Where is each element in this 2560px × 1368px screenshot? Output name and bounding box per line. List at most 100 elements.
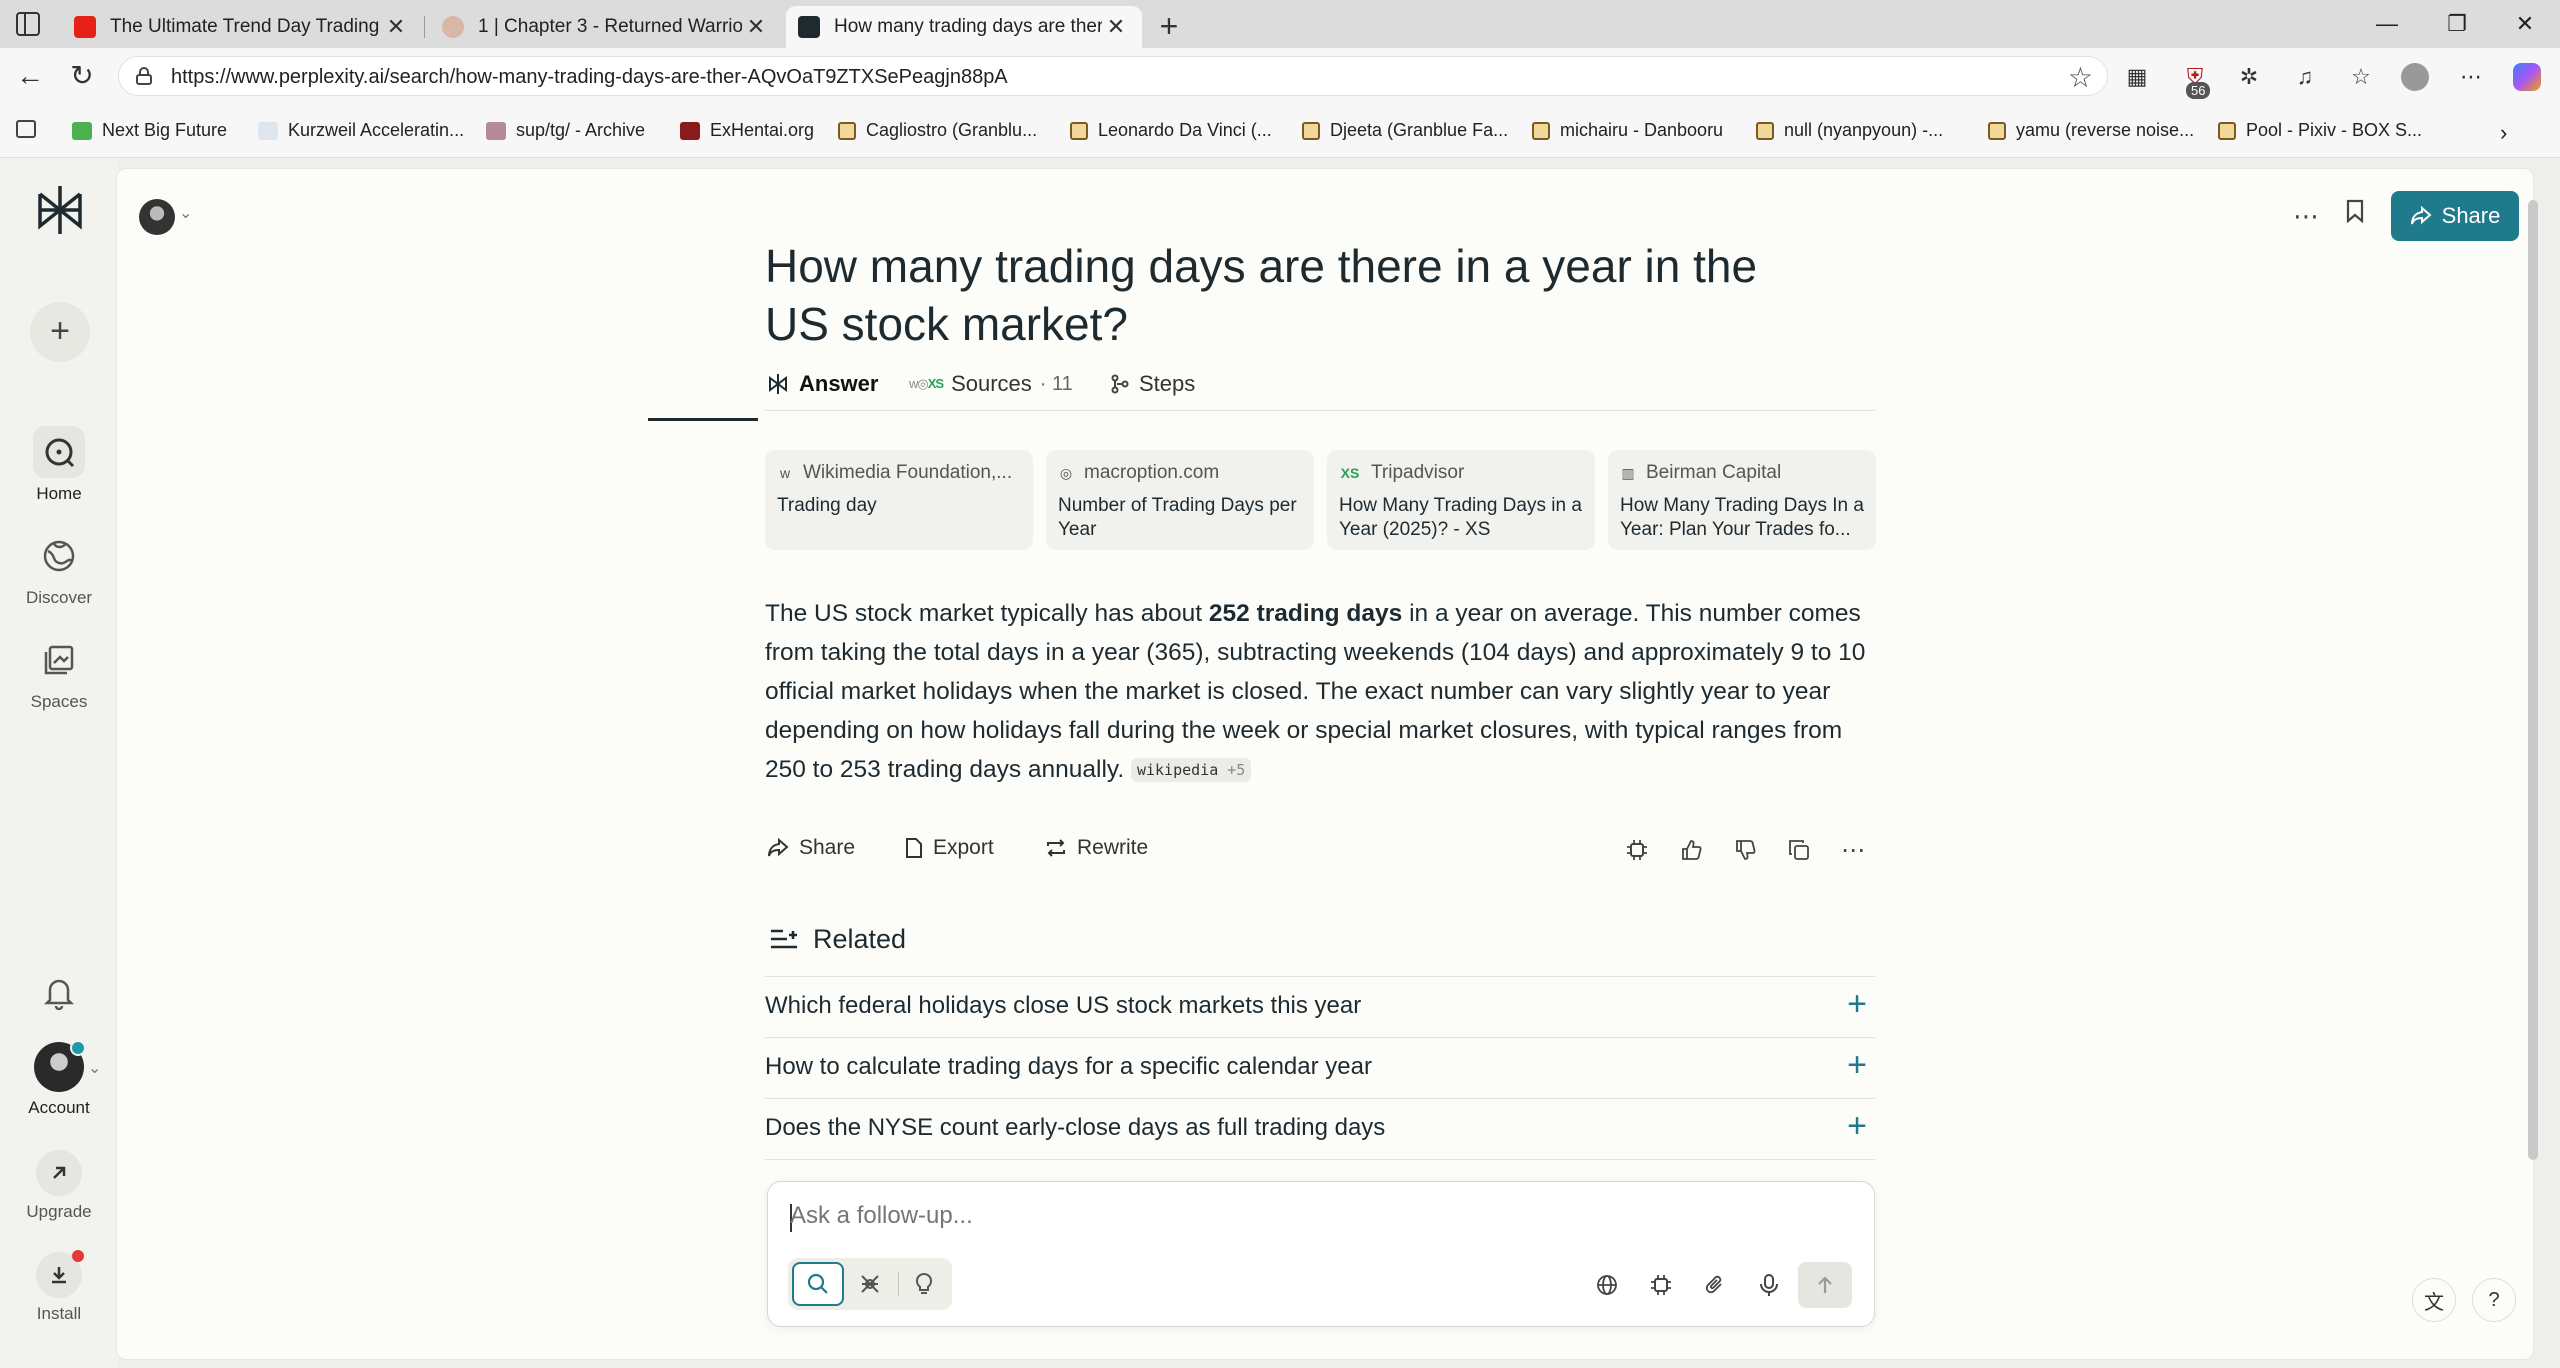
bookmark-folder[interactable]: null (nyanpyoun) -... — [1756, 120, 1943, 141]
bookmark-item[interactable]: sup/tg/ - Archive — [486, 120, 645, 141]
folder-icon — [1070, 121, 1088, 140]
sidebar: + Home Discover Spaces Account ⌄ Upgrade… — [0, 158, 118, 1368]
tab-sources[interactable]: w◎XS Sources · 11 — [909, 371, 1073, 397]
bookmark-folder[interactable]: michairu - Danbooru — [1532, 120, 1723, 141]
tab-steps[interactable]: Steps — [1111, 371, 1195, 397]
source-card[interactable]: XS Tripadvisor How Many Trading Days in a… — [1327, 450, 1595, 550]
search-mode-button[interactable] — [792, 1262, 844, 1306]
perplexity-mark-icon — [769, 374, 787, 394]
help-icon[interactable]: ? — [2472, 1278, 2516, 1322]
close-window-button[interactable]: ✕ — [2500, 6, 2550, 42]
related-question-item[interactable]: Does the NYSE count early-close days as … — [765, 1098, 1875, 1158]
bookmark-item[interactable]: ExHentai.org — [680, 120, 814, 141]
divider — [765, 1159, 1875, 1160]
bookmark-folder[interactable]: Djeeta (Granblue Fa... — [1302, 120, 1508, 141]
close-tab-icon[interactable]: ✕ — [742, 14, 770, 40]
bookmark-folder[interactable]: Cagliostro (Granblu... — [838, 120, 1037, 141]
chevron-down-icon[interactable]: ⌄ — [88, 1058, 101, 1078]
sidebar-item-upgrade[interactable]: Upgrade — [0, 1150, 118, 1222]
sidebar-item-account[interactable]: Account — [0, 1040, 118, 1118]
related-heading: Related — [769, 924, 906, 955]
submit-button[interactable] — [1798, 1262, 1852, 1308]
favorites-icon[interactable]: ☆ — [2346, 62, 2376, 92]
bookmarks-menu-icon[interactable] — [16, 120, 46, 138]
bookmark-icon[interactable] — [2346, 199, 2364, 223]
browser-tab-chapter[interactable]: 1 | Chapter 3 - Returned Warrior's ✕ — [430, 6, 782, 48]
plus-icon: + — [1847, 985, 1867, 1023]
new-thread-button[interactable]: + — [30, 302, 90, 362]
labs-mode-button[interactable] — [898, 1262, 950, 1306]
wikipedia-icon: w — [779, 465, 791, 481]
paperclip-icon[interactable] — [1700, 1270, 1730, 1300]
bookmark-folder[interactable]: Pool - Pixiv - BOX S... — [2218, 120, 2422, 141]
bookmark-folder[interactable]: Leonardo Da Vinci (... — [1070, 120, 1272, 141]
model-chip-icon[interactable] — [1646, 1270, 1676, 1300]
globe-icon[interactable] — [1592, 1270, 1622, 1300]
sidebar-item-home[interactable]: Home — [0, 426, 118, 504]
bookmarks-overflow-chevron-icon[interactable]: › — [2500, 120, 2507, 146]
sidebar-item-install[interactable]: Install — [0, 1250, 118, 1324]
folder-icon — [2218, 121, 2236, 140]
minimize-button[interactable]: — — [2362, 6, 2412, 42]
bookmark-favicon — [72, 121, 92, 140]
reload-button[interactable]: ↻ — [64, 58, 100, 94]
source-card[interactable]: ◎ macroption.com Number of Trading Days p… — [1046, 450, 1314, 550]
favorite-star-icon[interactable]: ☆ — [2068, 61, 2093, 94]
sidebar-item-discover[interactable]: Discover — [0, 530, 118, 608]
page-scrollbar[interactable] — [2528, 200, 2538, 1160]
related-question-item[interactable]: Which federal holidays close US stock ma… — [765, 976, 1875, 1037]
bookmark-folder[interactable]: yamu (reverse noise... — [1988, 120, 2194, 141]
followup-input[interactable] — [790, 1198, 1690, 1234]
export-button[interactable]: Export — [905, 836, 994, 860]
copy-icon[interactable] — [1785, 836, 1813, 864]
tab-actions-icon[interactable] — [16, 12, 40, 36]
media-control-icon[interactable]: ♫ — [2290, 62, 2320, 92]
thread-owner-avatar[interactable] — [139, 199, 175, 235]
sidebar-item-spaces[interactable]: Spaces — [0, 634, 118, 712]
translate-icon[interactable]: 文 — [2412, 1278, 2456, 1322]
url-text[interactable]: https://www.perplexity.ai/search/how-man… — [171, 66, 1008, 89]
browser-tab-youtube[interactable]: The Ultimate Trend Day Trading C ✕ — [62, 6, 422, 48]
lightbulb-icon — [915, 1272, 933, 1294]
notifications-bell-icon[interactable] — [0, 976, 118, 1015]
settings-more-icon[interactable]: ⋯ — [2456, 62, 2486, 92]
answer-actions: Share Export Rewrite ⋯ — [765, 830, 1875, 870]
more-options-icon[interactable]: ⋯ — [2293, 201, 2319, 232]
related-question-item[interactable]: How to calculate trading days for a spec… — [765, 1037, 1875, 1098]
model-chip-icon[interactable] — [1623, 836, 1651, 864]
site-favicon — [442, 16, 464, 38]
share-answer-button[interactable]: Share — [767, 836, 855, 860]
browser-tab-active[interactable]: How many trading days are there ✕ — [786, 6, 1142, 48]
extensions-puzzle-icon[interactable]: ✲ — [2234, 62, 2264, 92]
site-info-icon[interactable] — [135, 67, 153, 85]
new-tab-button[interactable]: + — [1152, 8, 1186, 45]
research-atom-icon — [861, 1275, 879, 1293]
chevron-down-icon[interactable]: ⌄ — [179, 203, 192, 223]
url-bar[interactable]: https://www.perplexity.ai/search/how-man… — [118, 56, 2108, 96]
thumbs-down-icon[interactable] — [1731, 836, 1759, 864]
research-mode-button[interactable] — [844, 1262, 896, 1306]
copilot-icon[interactable] — [2512, 62, 2542, 92]
source-card[interactable]: w Wikimedia Foundation,... Trading day — [765, 450, 1033, 550]
notification-dot — [72, 1250, 84, 1262]
perplexity-favicon — [798, 16, 820, 38]
more-options-icon[interactable]: ⋯ — [1839, 836, 1867, 864]
source-card[interactable]: ▥ Beirman Capital How Many Trading Days I… — [1608, 450, 1876, 550]
citation-badge[interactable]: wikipedia +5 — [1130, 758, 1252, 782]
restore-button[interactable]: ❐ — [2432, 6, 2482, 42]
rewrite-button[interactable]: Rewrite — [1045, 836, 1148, 860]
bookmark-item[interactable]: Kurzweil Acceleratin... — [258, 120, 464, 141]
steps-branch-icon — [1111, 374, 1129, 394]
bookmark-item[interactable]: Next Big Future — [72, 120, 227, 141]
perplexity-logo-icon[interactable] — [32, 182, 88, 238]
close-tab-icon[interactable]: ✕ — [1102, 14, 1130, 40]
qr-code-icon[interactable]: ▦ — [2122, 62, 2152, 92]
thumbs-up-icon[interactable] — [1677, 836, 1705, 864]
back-button[interactable]: ← — [12, 58, 48, 94]
tab-answer[interactable]: Answer — [767, 371, 878, 397]
share-button[interactable]: Share — [2391, 191, 2519, 241]
search-icon — [807, 1273, 828, 1294]
close-tab-icon[interactable]: ✕ — [382, 14, 410, 40]
microphone-icon[interactable] — [1754, 1270, 1784, 1300]
profile-avatar-icon[interactable] — [2400, 62, 2430, 92]
